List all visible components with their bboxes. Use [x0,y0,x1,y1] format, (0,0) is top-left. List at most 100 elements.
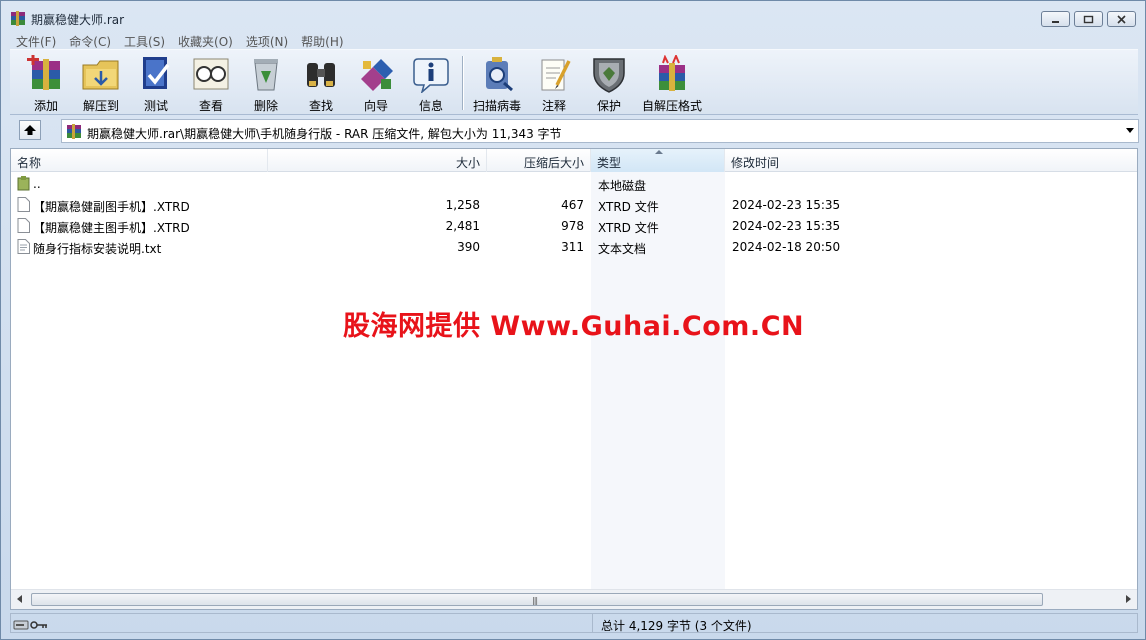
column-type-label: 类型 [597,156,622,170]
file-modified: 2024-02-23 15:35 [732,198,841,212]
protect-label: 保护 [596,99,621,113]
menu-options[interactable]: 选项(N) [240,31,295,49]
add-label: 添加 [33,99,58,113]
menu-help[interactable]: 帮助(H) [295,31,350,49]
column-type[interactable]: 类型 [591,149,725,172]
protect-button[interactable]: 保护 [579,55,639,113]
file-type: XTRD 文件 [598,221,659,235]
close-button[interactable] [1107,11,1136,27]
virus-scan-label: 扫描病毒 [472,99,521,113]
status-right-pane: 总计 4,129 字节 (3 个文件) [592,613,1138,633]
binoculars-icon [307,63,335,87]
title-bar: 期赢稳健大师.rar [1,1,1145,33]
horizontal-scrollbar[interactable]: ||| [11,589,1137,609]
comment-button[interactable]: 注释 [524,55,584,113]
scroll-right-icon[interactable] [1126,595,1131,603]
path-combobox[interactable]: 期赢稳健大师.rar\期赢稳健大师\手机随身行版 - RAR 压缩文件, 解包大… [61,119,1139,143]
view-glasses-icon [193,58,229,90]
watermark-text: 股海网提供 Www.Guhai.Com.CN [343,311,805,342]
grip-icon: ||| [532,596,538,605]
scroll-thumb[interactable]: ||| [31,593,1043,606]
column-size[interactable]: 大小 [268,149,487,172]
list-item[interactable]: 随身行指标安装说明.txt 390 311 文本文档 2024-02-18 20… [11,236,1137,257]
column-name[interactable]: 名称 [11,149,268,172]
file-icon [17,218,30,233]
dropdown-arrow-icon[interactable] [1126,128,1134,133]
up-arrow-icon [24,125,36,135]
wizard-label: 向导 [363,99,388,113]
file-name: .. [33,177,41,191]
comment-note-icon [541,59,571,91]
test-book-icon [143,57,170,89]
close-icon [1117,14,1126,24]
text-file-icon [17,239,30,254]
view-label: 查看 [198,99,223,113]
drive-key-icon[interactable] [13,618,49,632]
column-packed[interactable]: 压缩后大小 [487,149,591,172]
wizard-icon [361,59,393,91]
menu-tools[interactable]: 工具(S) [118,31,172,49]
file-modified: 2024-02-23 15:35 [732,219,841,233]
find-label: 查找 [308,99,333,113]
virus-scan-icon [486,57,513,92]
view-button[interactable]: 查看 [181,55,241,113]
menu-favorites[interactable]: 收藏夹(O) [172,31,240,49]
sfx-button[interactable]: 自解压格式 [639,55,705,113]
file-size: 1,258 [445,198,480,212]
delete-label: 删除 [253,99,278,113]
column-modified[interactable]: 修改时间 [725,149,1137,172]
menu-commands[interactable]: 命令(C) [63,31,118,49]
menu-bar: 文件(F) 命令(C) 工具(S) 收藏夹(O) 选项(N) 帮助(H) [10,31,1138,49]
maximize-button[interactable] [1074,11,1103,27]
list-item[interactable]: .. 本地磁盘 [11,173,1137,194]
info-icon [413,58,449,93]
window-title: 期赢稳健大师.rar [31,13,125,27]
file-type: 本地磁盘 [598,179,647,193]
wizard-button[interactable]: 向导 [346,55,406,113]
shield-icon [593,58,625,93]
file-size: 2,481 [445,219,480,233]
info-button[interactable]: 信息 [401,55,461,113]
extract-label: 解压到 [82,99,119,113]
file-packed-size: 311 [561,240,584,254]
scroll-left-icon[interactable] [17,595,22,603]
list-item[interactable]: 【期赢稳健副图手机】.XTRD 1,258 467 XTRD 文件 2024-0… [11,194,1137,215]
test-label: 测试 [143,99,168,113]
minimize-button[interactable] [1041,11,1070,27]
toolbar: 添加 解压到 测试 查看 删除 查找 向导 信息 扫描病毒 注释 保护 自解压格… [10,49,1138,115]
file-packed-size: 978 [561,219,584,233]
file-type: 文本文档 [598,242,647,256]
winrar-icon [11,11,25,26]
file-size: 390 [457,240,480,254]
find-button[interactable]: 查找 [291,55,351,113]
menu-file[interactable]: 文件(F) [10,31,63,49]
list-item[interactable]: 【期赢稳健主图手机】.XTRD 2,481 978 XTRD 文件 2024-0… [11,215,1137,236]
file-name: 【期赢稳健主图手机】.XTRD [33,221,190,235]
restore-icon [1083,15,1094,23]
status-left-pane [10,613,592,633]
archive-path: 期赢稳健大师.rar\期赢稳健大师\手机随身行版 - RAR 压缩文件, 解包大… [87,127,562,141]
sfx-archive-icon [659,55,685,91]
minimize-icon [1052,20,1059,23]
file-modified: 2024-02-18 20:50 [732,240,841,254]
sfx-label: 自解压格式 [641,99,702,113]
recycle-bin-icon [254,59,278,91]
virus-scan-button[interactable]: 扫描病毒 [467,55,527,113]
up-folder-button[interactable] [19,120,41,140]
add-button[interactable]: 添加 [16,55,76,113]
comment-label: 注释 [541,99,566,113]
address-bar: 期赢稳健大师.rar\期赢稳健大师\手机随身行版 - RAR 压缩文件, 解包大… [10,117,1139,144]
rar-archive-icon [67,124,81,139]
column-header: 名称 大小 压缩后大小 类型 修改时间 [11,149,1137,172]
parent-folder-icon [17,176,30,191]
archive-add-icon [27,55,60,90]
status-total: 总计 4,129 字节 (3 个文件) [601,619,752,633]
file-packed-size: 467 [561,198,584,212]
file-type: XTRD 文件 [598,200,659,214]
info-label: 信息 [418,99,443,113]
delete-button[interactable]: 删除 [236,55,296,113]
extract-button[interactable]: 解压到 [71,55,131,113]
file-name: 随身行指标安装说明.txt [33,242,162,256]
extract-folder-icon [82,60,119,90]
test-button[interactable]: 测试 [126,55,186,113]
